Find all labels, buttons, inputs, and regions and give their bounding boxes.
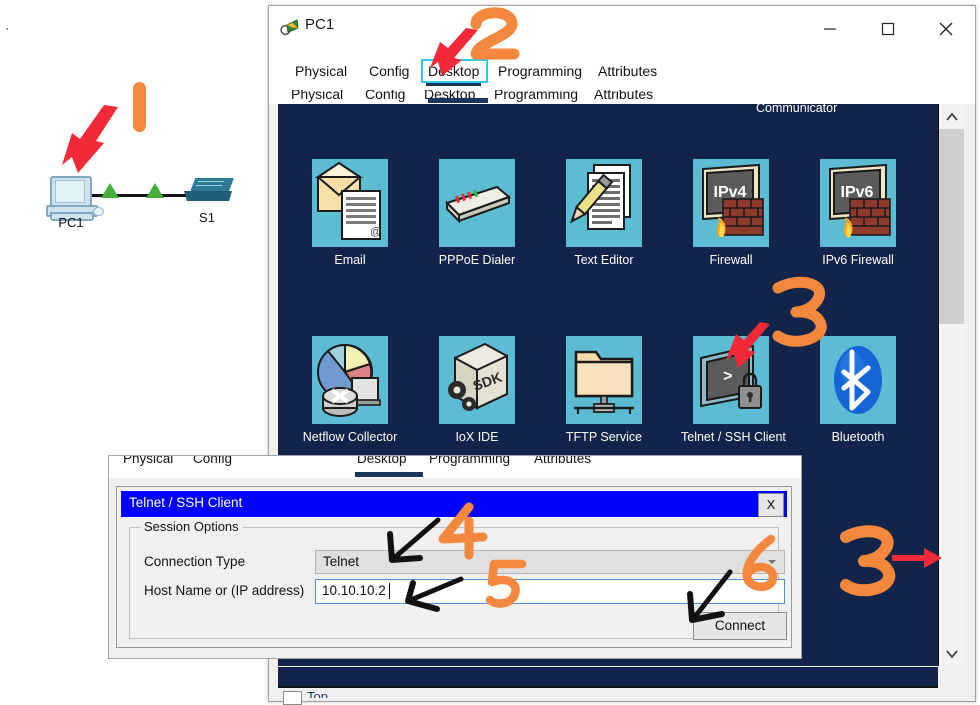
connect-button[interactable]: Connect: [693, 612, 787, 640]
connection-type-select[interactable]: Telnet: [315, 550, 785, 574]
connection-type-value: Telnet: [323, 554, 360, 569]
tab-label: Programming: [429, 456, 511, 466]
desktop-app-ipv6-firewall[interactable]: IPv6 IPv6 Firewall: [808, 159, 908, 267]
tab-attributes[interactable]: Attributes: [594, 61, 661, 86]
bg-tab-attributes: Attributes: [594, 90, 653, 102]
bg-tab-selected-underline: [428, 98, 488, 103]
tab-label: Programming: [498, 63, 583, 79]
scrollbar-thumb[interactable]: [939, 129, 964, 324]
desktop-app-label: IoX IDE: [455, 430, 499, 444]
link-status-triangle: [146, 183, 164, 198]
host-name-value: 10.10.10.2: [322, 583, 386, 598]
desktop-app-label: Bluetooth: [831, 430, 885, 444]
window-title-text: PC1: [305, 16, 335, 33]
telnet-dialog-title: Telnet / SSH Client: [129, 495, 243, 510]
desktop-app-label: Text Editor: [574, 253, 634, 267]
desktop-app-netflow-collector[interactable]: Netflow Collector: [300, 336, 400, 444]
bg-tab-config: Config: [365, 90, 405, 102]
tab-label: Attributes: [598, 63, 658, 79]
svg-text:@: @: [370, 226, 381, 238]
desktop-app-tftp-service[interactable]: TFTP Service: [554, 336, 654, 444]
telnet-dialog-close-button[interactable]: X: [758, 493, 784, 517]
minimize-button[interactable]: [801, 6, 859, 51]
desktop-app-email[interactable]: @ Email: [300, 159, 400, 267]
telnet-tab-selected-underline: [355, 472, 423, 477]
device-label-s1: S1: [199, 210, 215, 225]
bg-tab-label: Physical: [291, 90, 344, 102]
ipv6-firewall-icon: IPv6: [820, 159, 896, 247]
top-checkbox-label: Top: [307, 689, 328, 698]
device-tab-bar[interactable]: Physical Config Desktop Programming Attr…: [269, 51, 975, 91]
host-name-label: Host Name or (IP address): [144, 583, 305, 598]
workspace-dot: [6, 28, 8, 30]
tab-physical[interactable]: Physical: [291, 61, 351, 86]
telnet-tab-physical[interactable]: Physical: [123, 456, 173, 466]
tab-programming[interactable]: Programming: [494, 61, 586, 86]
link-status-triangle: [101, 183, 119, 198]
folder-network-icon: [566, 336, 642, 424]
tab-label: Attributes: [534, 456, 592, 466]
close-button[interactable]: [917, 6, 975, 51]
desktop-app-label-communicator: Communicator: [756, 104, 838, 115]
tab-config[interactable]: Config: [365, 61, 413, 86]
telnet-dialog-title-bar: Telnet / SSH Client X: [121, 491, 787, 517]
session-options-group: Session Options Connection Type Telnet H…: [129, 519, 787, 640]
device-label-pc1: PC1: [58, 215, 84, 230]
maximize-button[interactable]: [859, 6, 917, 51]
telnet-tab-attributes[interactable]: Attributes: [534, 456, 591, 466]
desktop-app-label: Firewall: [709, 253, 753, 267]
bg-tab-label: Programming: [494, 90, 579, 102]
telnet-tab-programming[interactable]: Programming: [429, 456, 510, 466]
desktop-app-telnet-ssh-client[interactable]: > Telnet / SSH Client: [681, 336, 786, 444]
chevron-up-icon[interactable]: [939, 104, 964, 129]
ipv4-firewall-icon: IPv4: [693, 159, 769, 247]
bg-tab-physical: Physical: [291, 90, 343, 102]
chevron-down-icon: [768, 560, 776, 564]
background-window-tab-strip: Physical Config Desktop Programming Attr…: [269, 90, 975, 104]
desktop-app-text-editor[interactable]: Text Editor: [554, 159, 654, 267]
tab-label: Config: [369, 63, 410, 79]
desktop-app-label: IPv6 Firewall: [822, 253, 894, 267]
desktop-app-label: Netflow Collector: [302, 430, 398, 444]
magnifier-inspect-icon: [279, 18, 300, 38]
bg-tab-label: Config: [365, 90, 406, 102]
telnet-ssh-dialog-window[interactable]: Physical Config Desktop Programming Attr…: [108, 455, 802, 659]
svg-text:>: >: [723, 368, 733, 386]
pie-chart-icon: [312, 336, 388, 424]
tab-label: Physical: [123, 456, 174, 466]
desktop-app-label: Email: [334, 253, 366, 267]
terminal-lock-icon: >: [693, 336, 769, 424]
desktop-scrollbar[interactable]: [938, 104, 964, 666]
desktop-app-label: Telnet / SSH Client: [681, 430, 786, 444]
bluetooth-icon: [820, 336, 896, 424]
telnet-tab-config[interactable]: Config: [193, 456, 232, 466]
bg-tab-programming: Programming: [494, 90, 578, 102]
desktop-tab-highlight-box: [421, 59, 488, 83]
tab-label: Physical: [295, 63, 348, 79]
document-pencil-icon: [566, 159, 642, 247]
tab-label: Desktop: [357, 456, 407, 466]
desktop-app-bluetooth[interactable]: Bluetooth: [808, 336, 908, 444]
telnet-tab-desktop[interactable]: Desktop: [357, 456, 407, 466]
telnet-window-tab-bar[interactable]: Physical Config Desktop Programming Attr…: [109, 456, 801, 478]
text-cursor: [389, 583, 390, 599]
modem-icon: [439, 159, 515, 247]
desktop-app-pppoe-dialer[interactable]: PPPoE Dialer: [427, 159, 527, 267]
desktop-app-firewall[interactable]: IPv4 Firewall: [681, 159, 781, 267]
host-name-input[interactable]: 10.10.10.2: [315, 579, 785, 604]
window-title-bar: PC1: [269, 6, 975, 51]
telnet-dialog-body: Telnet / SSH Client X Session Options Co…: [116, 486, 792, 648]
desktop-app-label: PPPoE Dialer: [438, 253, 516, 267]
desktop-app-label: TFTP Service: [565, 430, 643, 444]
desktop-panel-bottom-edge: [278, 667, 938, 688]
chevron-down-icon[interactable]: [939, 641, 964, 666]
sdk-box-icon: SDK: [439, 336, 515, 424]
email-envelope-icon: @: [312, 159, 388, 247]
desktop-app-iox-ide[interactable]: SDK IoX IDE: [427, 336, 527, 444]
desktop-bottom-strip: Top: [269, 667, 963, 705]
session-options-legend: Session Options: [140, 519, 243, 534]
bg-tab-label: Attributes: [594, 90, 654, 102]
tab-label: Config: [193, 456, 233, 466]
connection-type-label: Connection Type: [144, 554, 246, 569]
